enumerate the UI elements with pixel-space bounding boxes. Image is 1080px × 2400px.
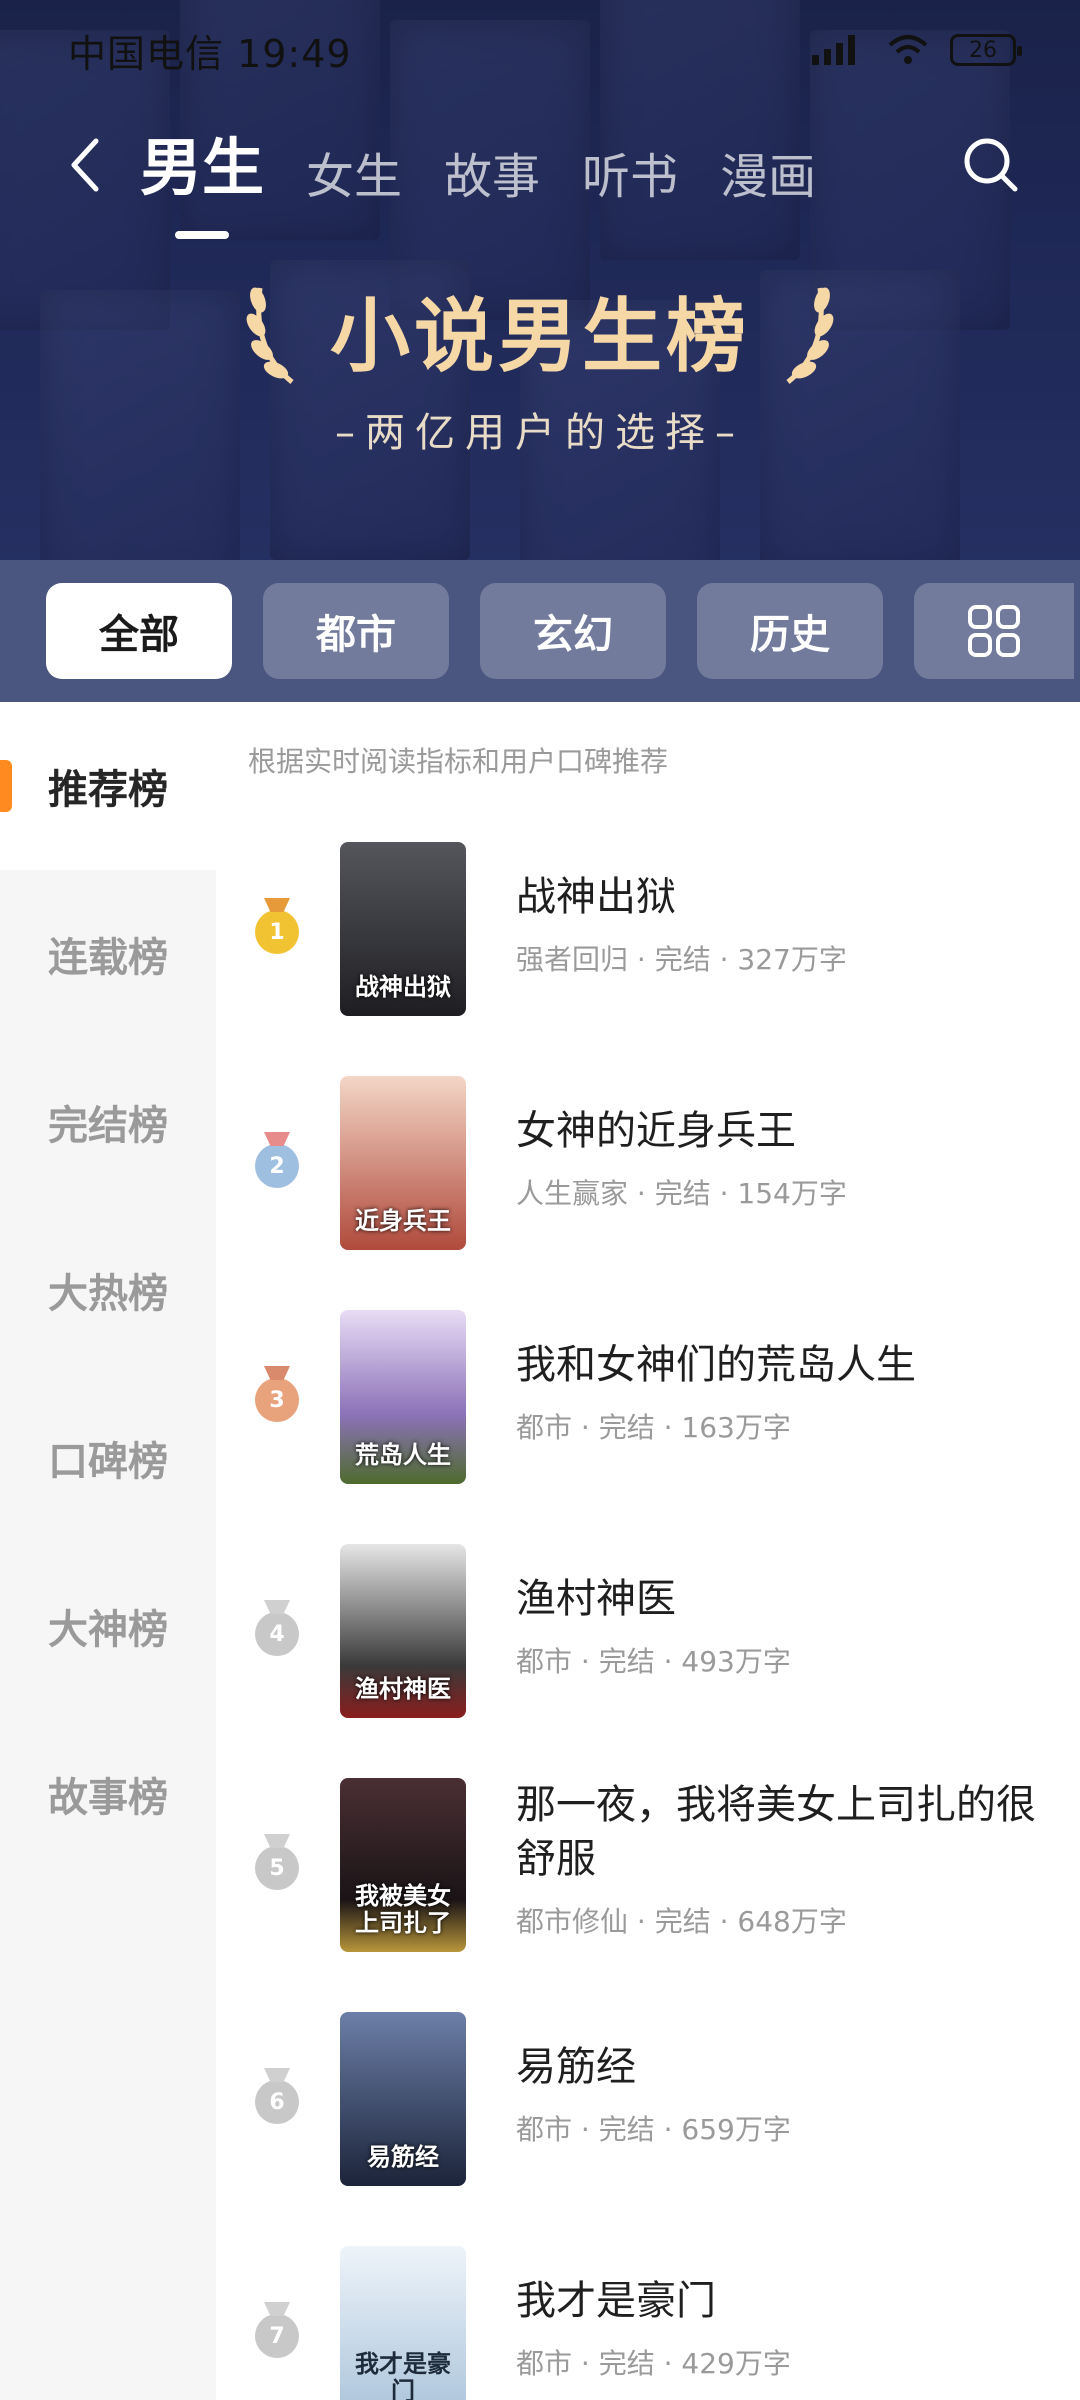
chevron-left-icon (71, 138, 99, 192)
chip-urban[interactable]: 都市 (263, 583, 449, 679)
search-icon (964, 138, 1018, 192)
book-item[interactable]: 6 易筋经 易筋经 都市 · 完结 · 659万字 (216, 2012, 1080, 2246)
book-title[interactable]: 战神出狱 (516, 870, 1040, 924)
book-cover[interactable]: 渔村神医 (340, 1544, 466, 1718)
ranking-title-block: 小说男生榜 –两亿用户的选择– (0, 270, 1080, 458)
book-cover[interactable]: 我被美女上司扎了 (340, 1778, 466, 1952)
book-meta: 人生赢家 · 完结 · 154万字 (516, 1177, 847, 1210)
status-bar: 中国电信 19:49 26 (0, 0, 1080, 100)
book-title[interactable]: 那一夜，我将美女上司扎的很舒服 (516, 1778, 1040, 1886)
category-chips: 全部 都市 玄幻 历史 (0, 560, 1080, 702)
laurel-right-icon (786, 287, 834, 384)
chip-all[interactable]: 全部 (46, 583, 232, 679)
book-cover[interactable]: 战神出狱 (340, 842, 466, 1016)
tab-comic[interactable]: 漫画 (720, 137, 816, 213)
rank-medal-icon: 3 (254, 1366, 300, 1428)
book-cover[interactable]: 荒岛人生 (340, 1310, 466, 1484)
page-title: 小说男生榜 (330, 289, 750, 383)
book-meta: 都市修仙 · 完结 · 648万字 (516, 1905, 847, 1938)
page-subtitle: –两亿用户的选择– (335, 410, 745, 456)
signal-icon (812, 35, 855, 65)
book-cover[interactable]: 我才是豪门 (340, 2246, 466, 2400)
carrier-time: 中国电信 19:49 (68, 31, 352, 76)
wifi-icon (888, 35, 928, 64)
rank-medal-icon: 7 (254, 2302, 300, 2364)
battery-icon: 26 (950, 34, 1022, 66)
book-meta: 都市 · 完结 · 659万字 (516, 2113, 791, 2146)
sidebar-item-story[interactable]: 故事榜 (0, 1710, 216, 1878)
rank-medal-icon: 2 (254, 1132, 300, 1194)
sidebar-item-serializing[interactable]: 连载榜 (0, 870, 216, 1038)
book-item[interactable]: 7 我才是豪门 我才是豪门 都市 · 完结 · 429万字 (216, 2246, 1080, 2400)
top-nav: 男生 女生 故事 听书 漫画 (0, 110, 1080, 220)
book-meta: 都市 · 完结 · 429万字 (516, 2347, 791, 2380)
book-title[interactable]: 女神的近身兵王 (516, 1104, 1040, 1158)
book-item[interactable]: 4 渔村神医 渔村神医 都市 · 完结 · 493万字 (216, 1544, 1080, 1778)
chip-fantasy[interactable]: 玄幻 (480, 583, 666, 679)
tab-female[interactable]: 女生 (306, 137, 402, 213)
book-item[interactable]: 3 荒岛人生 我和女神们的荒岛人生 都市 · 完结 · 163万字 (216, 1310, 1080, 1544)
rank-medal-icon: 6 (254, 2068, 300, 2130)
tab-audiobook[interactable]: 听书 (582, 137, 678, 213)
rank-medal-icon: 4 (254, 1600, 300, 1662)
more-categories-button[interactable] (914, 583, 1074, 679)
book-meta: 都市 · 完结 · 163万字 (516, 1411, 791, 1444)
book-item[interactable]: 1 战神出狱 战神出狱 强者回归 · 完结 · 327万字 (216, 842, 1080, 1076)
rank-medal-icon: 1 (254, 898, 300, 960)
book-title[interactable]: 我和女神们的荒岛人生 (516, 1338, 1040, 1392)
back-button[interactable] (60, 130, 110, 200)
laurel-left-icon (246, 287, 294, 384)
ranking-sidebar: 推荐榜 连载榜 完结榜 大热榜 口碑榜 大神榜 故事榜 (0, 702, 216, 2400)
book-item[interactable]: 2 近身兵王 女神的近身兵王 人生赢家 · 完结 · 154万字 (216, 1076, 1080, 1310)
book-item[interactable]: 5 我被美女上司扎了 那一夜，我将美女上司扎的很舒服 都市修仙 · 完结 · 6… (216, 1778, 1080, 2012)
hero-banner: 中国电信 19:49 26 男生 女生 故事 听书 漫画 小说男生榜 –两亿用户… (0, 0, 1080, 560)
book-title[interactable]: 渔村神医 (516, 1572, 1040, 1626)
grid-icon (968, 605, 1020, 657)
sidebar-item-master[interactable]: 大神榜 (0, 1542, 216, 1710)
chip-history[interactable]: 历史 (697, 583, 883, 679)
sidebar-item-reputation[interactable]: 口碑榜 (0, 1374, 216, 1542)
ranking-list-panel: 根据实时阅读指标和用户口碑推荐 1 战神出狱 战神出狱 强者回归 · 完结 · … (216, 702, 1080, 2400)
rank-medal-icon: 5 (254, 1834, 300, 1896)
sidebar-item-hot[interactable]: 大热榜 (0, 1206, 216, 1374)
book-title[interactable]: 我才是豪门 (516, 2274, 1040, 2328)
book-meta: 都市 · 完结 · 493万字 (516, 1645, 791, 1678)
sidebar-item-recommend[interactable]: 推荐榜 (0, 702, 216, 870)
list-hint: 根据实时阅读指标和用户口碑推荐 (248, 745, 669, 778)
tab-story[interactable]: 故事 (444, 137, 540, 213)
book-title[interactable]: 易筋经 (516, 2040, 1040, 2094)
tab-male[interactable]: 男生 (140, 117, 264, 213)
book-list: 1 战神出狱 战神出狱 强者回归 · 完结 · 327万字 2 近身兵王 女神的… (216, 842, 1080, 2400)
book-meta: 强者回归 · 完结 · 327万字 (516, 943, 847, 976)
sidebar-item-completed[interactable]: 完结榜 (0, 1038, 216, 1206)
search-button[interactable] (956, 130, 1026, 200)
book-cover[interactable]: 易筋经 (340, 2012, 466, 2186)
book-cover[interactable]: 近身兵王 (340, 1076, 466, 1250)
